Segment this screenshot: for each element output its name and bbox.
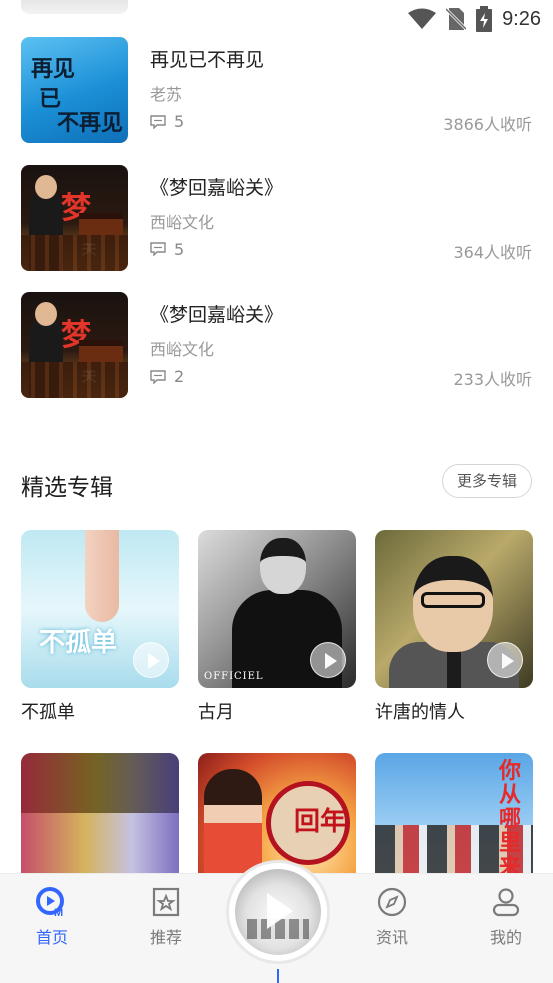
- user-icon: [492, 888, 520, 917]
- comment-icon: [150, 369, 166, 384]
- section-title: 精选专辑: [21, 475, 113, 501]
- track-cover: 梦嘉峪关: [21, 164, 128, 271]
- comment-count: 2: [150, 367, 184, 386]
- now-playing-disc[interactable]: [229, 863, 327, 983]
- album-cover-text: 不孤单: [39, 628, 118, 658]
- album-cover-text: 你从哪里来: [499, 758, 522, 880]
- album-cover: 不孤单: [21, 530, 179, 688]
- tab-news[interactable]: 资讯: [352, 886, 432, 948]
- track-author: 西峪文化: [150, 212, 215, 232]
- list-item[interactable]: 梦嘉峪关 《梦回嘉峪关》 西峪文化 2 233人收听: [0, 292, 553, 420]
- track-title: 再见已不再见: [150, 49, 265, 71]
- tab-home[interactable]: M 首页: [12, 886, 92, 948]
- album-name: 不孤单: [21, 702, 75, 723]
- comment-icon: [150, 114, 166, 129]
- play-icon[interactable]: [487, 642, 523, 678]
- home-logo-icon: M: [36, 887, 64, 918]
- album-card[interactable]: 不孤单 不孤单: [21, 530, 179, 724]
- play-icon[interactable]: [133, 642, 169, 678]
- tab-mine[interactable]: 我的: [466, 886, 546, 948]
- comment-count: 5: [150, 240, 184, 259]
- album-cover-text: OFFICIEL: [204, 671, 264, 682]
- tab-label: 推荐: [149, 928, 182, 947]
- previous-item-cover: [21, 0, 128, 14]
- bottom-tab-bar: M 首页 推荐 资讯 我的: [0, 863, 553, 983]
- track-author: 老苏: [150, 85, 183, 104]
- album-cover: [375, 530, 533, 688]
- progress-indicator: [277, 969, 279, 983]
- star-bookmark-icon: [152, 887, 180, 917]
- wifi-icon: [408, 8, 437, 29]
- play-icon[interactable]: [310, 642, 346, 678]
- svg-text:M: M: [54, 907, 63, 918]
- compass-icon: [377, 887, 407, 917]
- no-sim-icon: [446, 7, 467, 31]
- comment-count-value: 2: [174, 367, 185, 386]
- listen-count: 364人收听: [453, 242, 532, 262]
- album-card[interactable]: 许唐的情人: [375, 530, 533, 724]
- album-name: 许唐的情人: [375, 702, 465, 723]
- track-cover: 再见 已 不再见: [21, 37, 128, 143]
- album-cover: OFFICIEL: [198, 530, 356, 688]
- list-item[interactable]: 再见 已 不再见 再见已不再见 老苏 5 3866人收听: [0, 37, 553, 165]
- comment-icon: [150, 242, 166, 256]
- track-title: 《梦回嘉峪关》: [150, 304, 284, 326]
- track-author: 西峪文化: [150, 340, 215, 359]
- album-name: 古月: [198, 702, 234, 723]
- comment-count: 5: [150, 112, 184, 131]
- more-albums-button[interactable]: 更多专辑: [441, 464, 532, 498]
- listen-count: 233人收听: [453, 370, 532, 389]
- tab-recommend[interactable]: 推荐: [126, 886, 206, 948]
- comment-count-value: 5: [174, 112, 185, 131]
- track-title: 《梦回嘉峪关》: [150, 176, 284, 199]
- status-bar: 9:26: [0, 0, 553, 36]
- list-item[interactable]: 梦嘉峪关 《梦回嘉峪关》 西峪文化 5 364人收听: [0, 164, 553, 293]
- tab-label: 资讯: [375, 928, 408, 947]
- album-card[interactable]: OFFICIEL 古月: [198, 530, 356, 724]
- comment-count-value: 5: [174, 239, 185, 259]
- play-icon[interactable]: [267, 893, 293, 929]
- tab-label: 我的: [489, 928, 522, 947]
- featured-albums-header: 精选专辑 更多专辑: [21, 464, 532, 501]
- listen-count: 3866人收听: [443, 115, 532, 134]
- status-time: 9:26: [502, 7, 541, 30]
- battery-icon: [476, 6, 493, 32]
- track-list: 再见 已 不再见 再见已不再见 老苏 5 3866人收听 梦嘉峪关 《梦回嘉峪关…: [0, 37, 553, 420]
- tab-label: 首页: [35, 928, 68, 947]
- track-cover: 梦嘉峪关: [21, 292, 128, 398]
- album-cover-text: 回年: [294, 807, 347, 837]
